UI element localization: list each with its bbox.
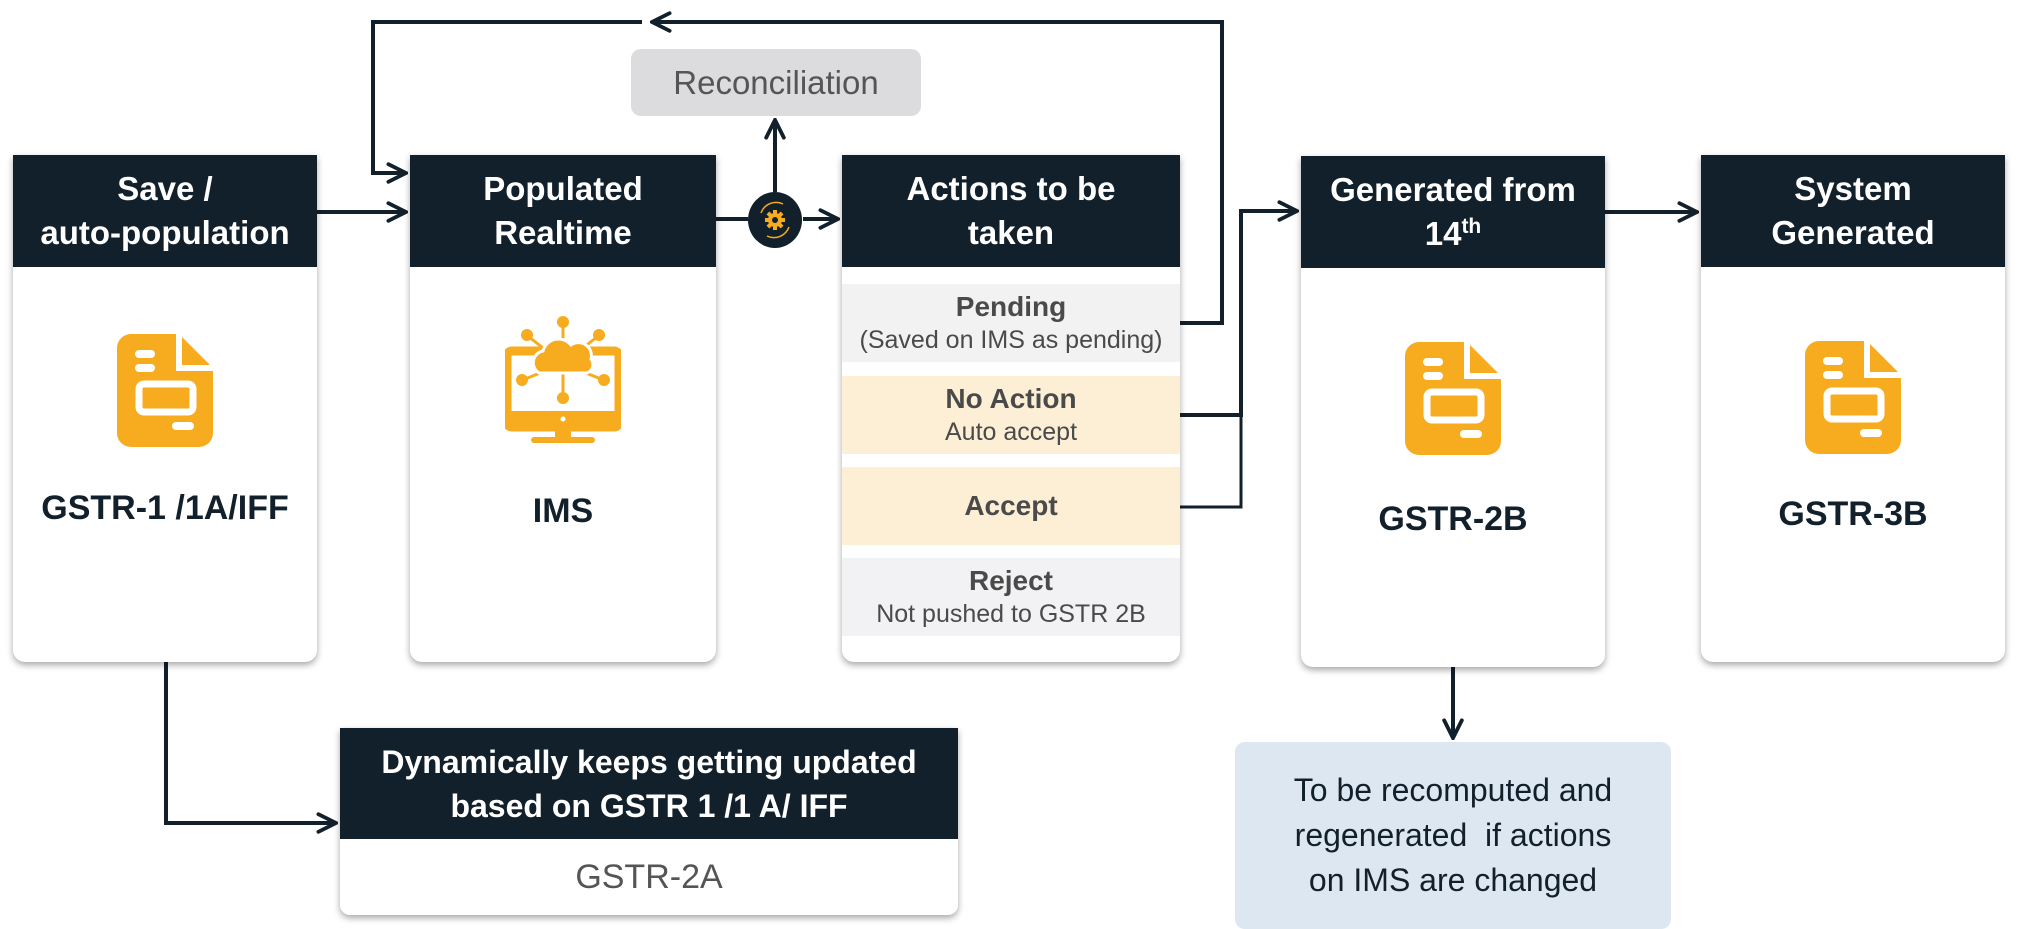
header-line: Actions to be — [906, 170, 1116, 207]
document-icon — [1805, 341, 1901, 454]
header-line: auto-population — [40, 214, 290, 251]
recompute-note: To be recomputed and regenerated if actio… — [1235, 742, 1671, 929]
card-header: Actions to be taken — [842, 155, 1180, 267]
action-row-reject: Reject Not pushed to GSTR 2B — [842, 558, 1180, 636]
card-actions: Actions to be taken Pending (Saved on IMS… — [842, 155, 1180, 662]
card-label: GSTR-2B — [1378, 500, 1528, 538]
card-gstr2b: Generated from 14th GSTR-2B — [1301, 156, 1605, 667]
action-title: Pending — [955, 291, 1067, 322]
card-ims: Populated Realtime IMS — [410, 155, 716, 662]
reconciliation-box: Reconciliation — [631, 49, 921, 116]
card-label: GSTR-1 /1A/IFF — [41, 489, 289, 527]
card-header: Save / auto-population — [13, 155, 317, 267]
gear-sync-icon — [748, 192, 802, 248]
header-line: Generated from — [1330, 171, 1576, 208]
action-row-accept: Accept — [842, 467, 1180, 545]
card-header: System Generated — [1701, 155, 2005, 267]
action-subtitle: Not pushed to GSTR 2B — [876, 600, 1146, 628]
action-row-pending: Pending (Saved on IMS as pending) — [842, 284, 1180, 362]
arrow-pending-loop-left — [371, 20, 642, 173]
action-subtitle: (Saved on IMS as pending) — [859, 326, 1163, 354]
header-line: Populated — [483, 170, 643, 207]
card-label: IMS — [532, 492, 594, 530]
action-row-no-action: No Action Auto accept — [842, 376, 1180, 454]
header-superscript: th — [1461, 215, 1482, 238]
header-line: Dynamically keeps getting updated — [381, 743, 917, 780]
arrow-noaction-to-gstr2b — [1180, 211, 1297, 417]
line-accept-to-gstr2b — [1180, 415, 1243, 509]
card-gstr1: Save / auto-population GSTR-1 /1A/IFF — [13, 155, 317, 662]
document-icon — [117, 334, 213, 447]
gstr2a-label: GSTR-2A — [575, 857, 723, 896]
note-line: regenerated if actions — [1294, 817, 1612, 853]
reconciliation-label: Reconciliation — [673, 63, 879, 101]
action-title: Accept — [964, 490, 1058, 521]
action-title: No Action — [945, 383, 1077, 414]
header-line: taken — [967, 214, 1055, 251]
arrow-gstr1-to-gstr2a — [164, 662, 336, 823]
note-line: on IMS are changed — [1308, 862, 1598, 898]
card-gstr3b: System Generated GSTR-3B — [1701, 155, 2005, 662]
gstr2a-header: Dynamically keeps getting updated based o… — [340, 728, 958, 839]
header-line: 14 — [1424, 215, 1462, 252]
header-line: Save / — [117, 170, 213, 207]
action-subtitle: Auto accept — [944, 418, 1078, 446]
action-title: Reject — [968, 565, 1054, 596]
header-line: based on GSTR 1 /1 A/ IFF — [450, 787, 848, 824]
note-line: To be recomputed and — [1293, 772, 1613, 808]
card-header: Populated Realtime — [410, 155, 716, 267]
header-line: Realtime — [494, 214, 632, 251]
card-header: Generated from 14th — [1301, 156, 1605, 268]
header-line: Generated — [1771, 214, 1935, 251]
card-label: GSTR-3B — [1778, 495, 1928, 533]
gstr2a-box: Dynamically keeps getting updated based o… — [340, 728, 958, 915]
header-line: System — [1794, 170, 1912, 207]
cloud-network-monitor-icon — [505, 316, 621, 443]
document-icon — [1405, 342, 1501, 455]
